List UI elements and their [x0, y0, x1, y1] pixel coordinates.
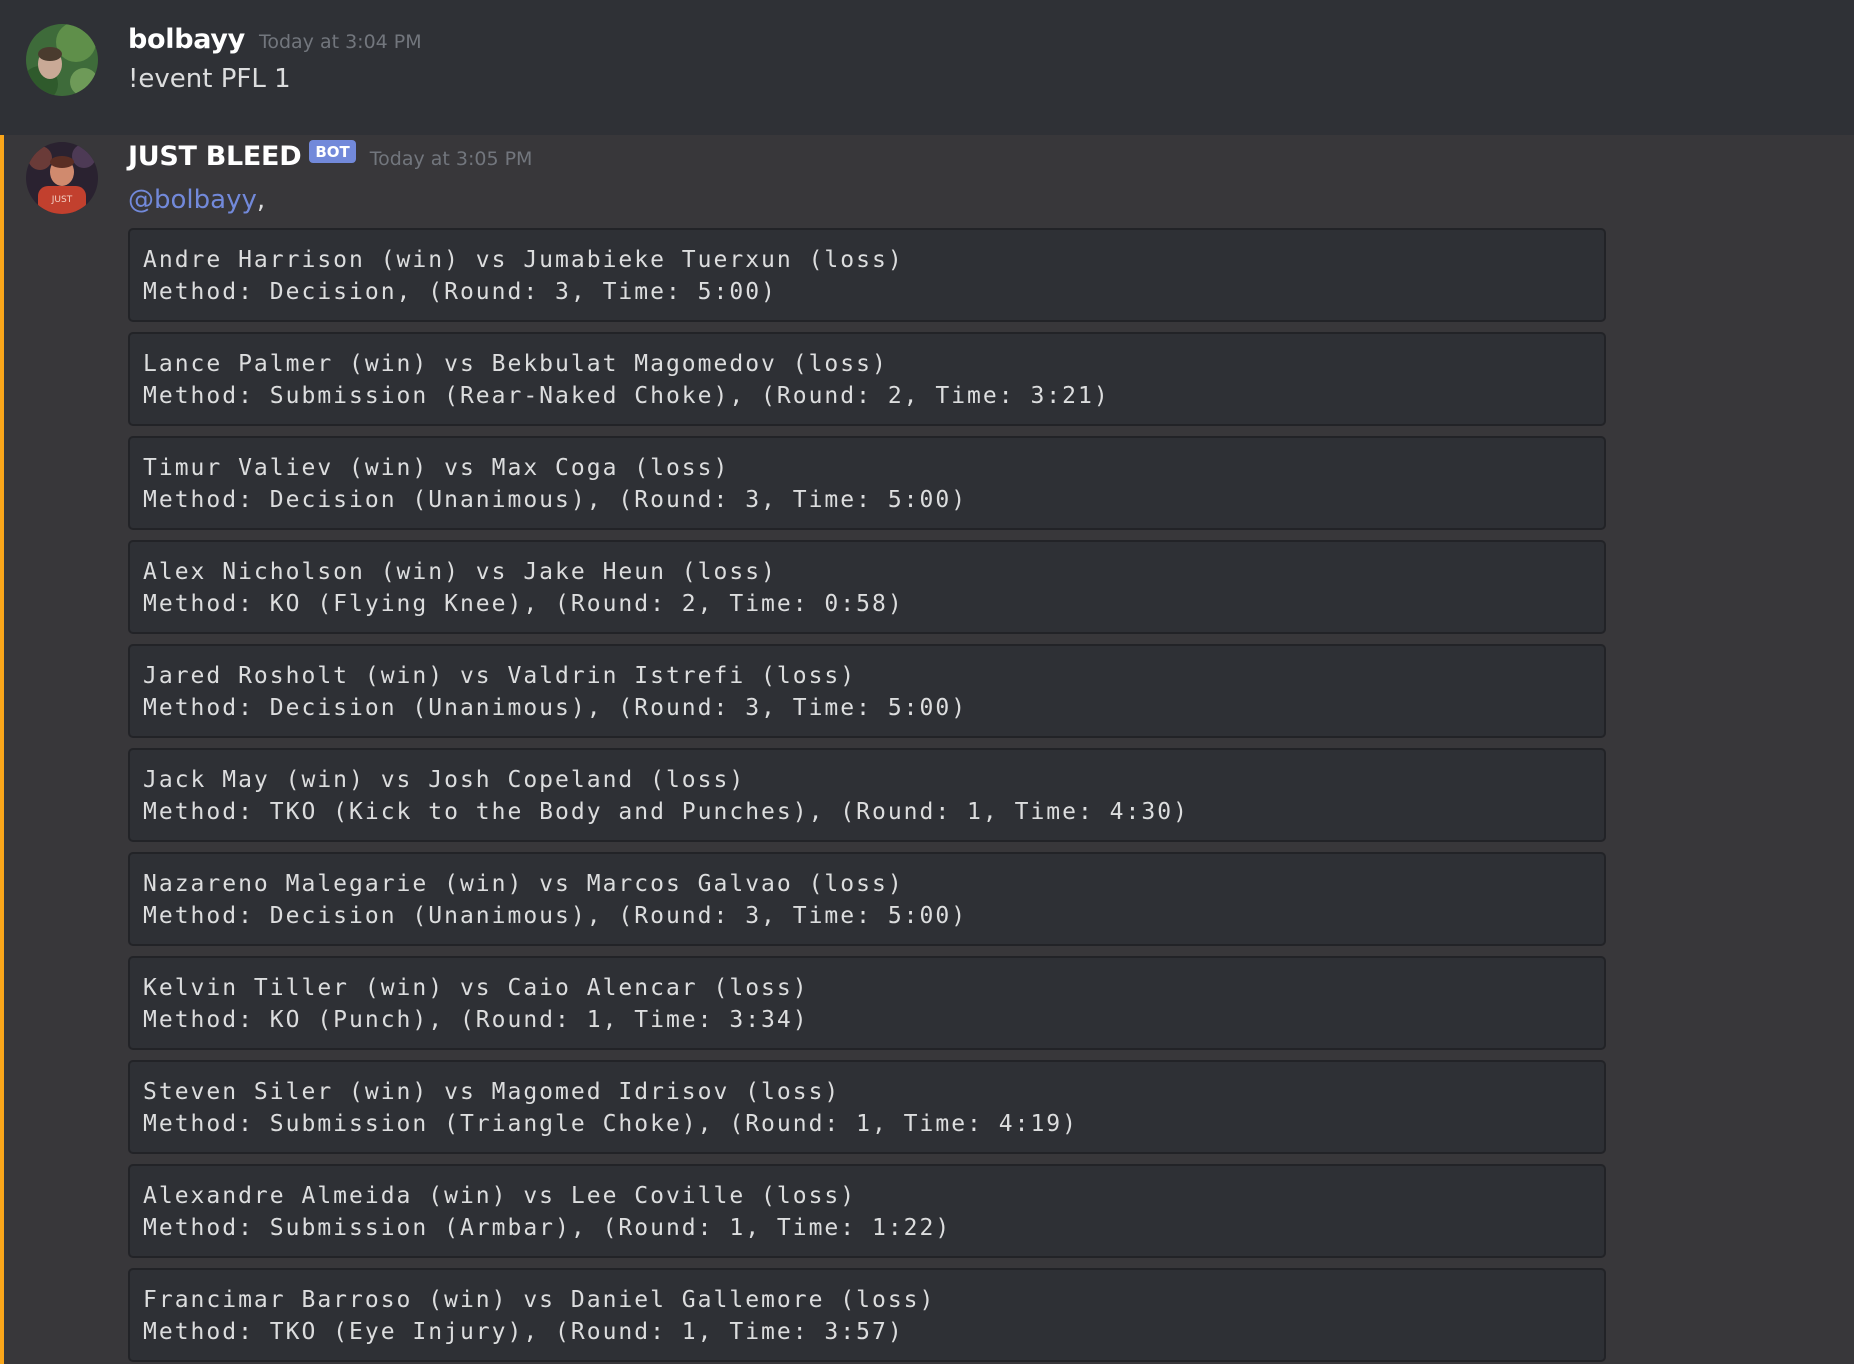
svg-text:JUST: JUST	[51, 195, 73, 205]
fight-line: Francimar Barroso (win) vs Daniel Gallem…	[143, 1287, 936, 1313]
message-header: JUST BLEED BOT Today at 3:05 PM	[128, 140, 533, 172]
method-line: Method: Decision (Unanimous), (Round: 3,…	[143, 487, 968, 513]
mention-suffix: ,	[256, 185, 266, 215]
mention-highlight-bar	[0, 135, 4, 1364]
method-line: Method: TKO (Eye Injury), (Round: 1, Tim…	[143, 1319, 904, 1345]
method-line: Method: KO (Punch), (Round: 1, Time: 3:3…	[143, 1007, 809, 1033]
method-line: Method: Decision, (Round: 3, Time: 5:00)	[143, 279, 777, 305]
user-avatar[interactable]	[26, 24, 98, 96]
timestamp: Today at 3:05 PM	[369, 148, 533, 170]
fight-results: Andre Harrison (win) vs Jumabieke Tuerxu…	[128, 228, 1606, 1364]
fight-line: Alex Nicholson (win) vs Jake Heun (loss)	[143, 559, 777, 585]
bot-badge: BOT	[309, 140, 356, 163]
code-block: Jared Rosholt (win) vs Valdrin Istrefi (…	[128, 644, 1606, 738]
code-block: Jack May (win) vs Josh Copeland (loss) Me…	[128, 748, 1606, 842]
code-block: Steven Siler (win) vs Magomed Idrisov (l…	[128, 1060, 1606, 1154]
message-text: @bolbayy,	[128, 185, 265, 215]
bot-username[interactable]: JUST BLEED	[128, 141, 302, 172]
method-line: Method: TKO (Kick to the Body and Punche…	[143, 799, 1189, 825]
method-line: Method: KO (Flying Knee), (Round: 2, Tim…	[143, 591, 904, 617]
fight-line: Andre Harrison (win) vs Jumabieke Tuerxu…	[143, 247, 904, 273]
fight-line: Kelvin Tiller (win) vs Caio Alencar (los…	[143, 975, 809, 1001]
fight-line: Jack May (win) vs Josh Copeland (loss)	[143, 767, 746, 793]
message-text: !event PFL 1	[128, 64, 291, 94]
message-bolbayy: bolbayy Today at 3:04 PM !event PFL 1	[0, 0, 1854, 135]
username[interactable]: bolbayy	[128, 24, 245, 55]
code-block: Francimar Barroso (win) vs Daniel Gallem…	[128, 1268, 1606, 1362]
code-block: Alexandre Almeida (win) vs Lee Coville (…	[128, 1164, 1606, 1258]
bot-avatar[interactable]: JUST	[26, 142, 98, 214]
fight-line: Jared Rosholt (win) vs Valdrin Istrefi (…	[143, 663, 857, 689]
code-block: Nazareno Malegarie (win) vs Marcos Galva…	[128, 852, 1606, 946]
method-line: Method: Submission (Rear-Naked Choke), (…	[143, 383, 1110, 409]
code-block: Alex Nicholson (win) vs Jake Heun (loss)…	[128, 540, 1606, 634]
message-header: bolbayy Today at 3:04 PM	[128, 24, 422, 55]
method-line: Method: Decision (Unanimous), (Round: 3,…	[143, 695, 968, 721]
method-line: Method: Decision (Unanimous), (Round: 3,…	[143, 903, 968, 929]
method-line: Method: Submission (Triangle Choke), (Ro…	[143, 1111, 1078, 1137]
fight-line: Alexandre Almeida (win) vs Lee Coville (…	[143, 1183, 857, 1209]
code-block: Kelvin Tiller (win) vs Caio Alencar (los…	[128, 956, 1606, 1050]
fight-line: Steven Siler (win) vs Magomed Idrisov (l…	[143, 1079, 841, 1105]
code-block: Lance Palmer (win) vs Bekbulat Magomedov…	[128, 332, 1606, 426]
code-block: Andre Harrison (win) vs Jumabieke Tuerxu…	[128, 228, 1606, 322]
user-mention[interactable]: @bolbayy	[128, 185, 257, 215]
fight-line: Timur Valiev (win) vs Max Coga (loss)	[143, 455, 730, 481]
message-just-bleed: JUST JUST BLEED BOT Today at 3:05 PM @bo…	[0, 135, 1854, 1364]
chat-messages: bolbayy Today at 3:04 PM !event PFL 1 JU…	[0, 0, 1854, 1364]
code-block: Timur Valiev (win) vs Max Coga (loss) Met…	[128, 436, 1606, 530]
method-line: Method: Submission (Armbar), (Round: 1, …	[143, 1215, 952, 1241]
fight-line: Lance Palmer (win) vs Bekbulat Magomedov…	[143, 351, 888, 377]
timestamp: Today at 3:04 PM	[258, 31, 422, 53]
fight-line: Nazareno Malegarie (win) vs Marcos Galva…	[143, 871, 904, 897]
